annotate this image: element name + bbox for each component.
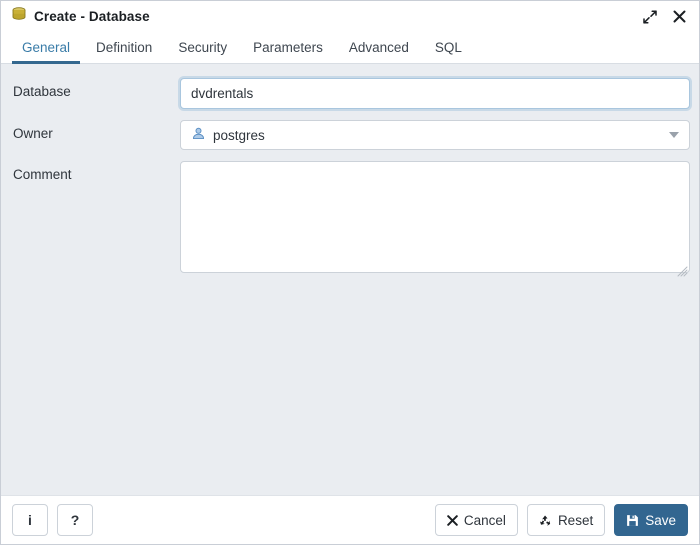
close-icon[interactable] [671,9,687,25]
info-button[interactable]: i [12,504,48,536]
title-bar: Create - Database [1,1,699,32]
help-button[interactable]: ? [57,504,93,536]
owner-label: Owner [13,126,53,141]
title-bar-controls [642,9,690,25]
chevron-down-icon[interactable] [669,132,679,138]
database-icon [11,6,27,27]
create-database-dialog: Create - Database General Definition Sec… [0,0,700,545]
save-button[interactable]: Save [614,504,688,536]
owner-select-value: postgres [191,126,669,144]
comment-field-wrap [180,161,691,278]
footer-left-group: i ? [12,504,435,536]
database-label: Database [13,84,71,99]
tab-parameters[interactable]: Parameters [240,32,336,63]
window-title: Create - Database [34,9,150,24]
recycle-icon [539,514,552,527]
save-button-label: Save [645,512,676,528]
comment-field-row: Comment [13,161,691,278]
cancel-button[interactable]: Cancel [434,504,518,536]
close-x-icon [447,514,458,526]
tab-security[interactable]: Security [165,32,240,63]
cancel-button-label: Cancel [463,512,506,528]
database-input[interactable] [180,78,690,109]
owner-select[interactable]: postgres [180,120,690,150]
tab-definition[interactable]: Definition [83,32,165,63]
tab-bar: General Definition Security Parameters A… [1,32,699,64]
tab-advanced[interactable]: Advanced [336,32,422,63]
title-bar-left: Create - Database [11,6,642,27]
expand-arrows-icon[interactable] [642,9,658,25]
owner-field-row: Owner postgres [13,120,691,150]
database-field-wrap [180,78,691,109]
comment-textarea[interactable] [180,161,690,273]
general-tab-panel: Database Owner postgres [1,64,699,495]
database-field-row: Database [13,78,691,109]
tab-sql[interactable]: SQL [422,32,475,63]
comment-label: Comment [13,167,72,182]
user-icon [191,126,206,144]
reset-button-label: Reset [557,512,594,528]
dialog-footer: i ? Cancel Reset Save [1,495,699,544]
owner-value-text: postgres [213,127,265,143]
tab-general[interactable]: General [9,32,83,64]
owner-field-wrap: postgres [180,120,691,150]
footer-right-group: Cancel Reset Save [434,504,688,536]
reset-button[interactable]: Reset [526,504,606,536]
save-disk-icon [626,514,639,527]
